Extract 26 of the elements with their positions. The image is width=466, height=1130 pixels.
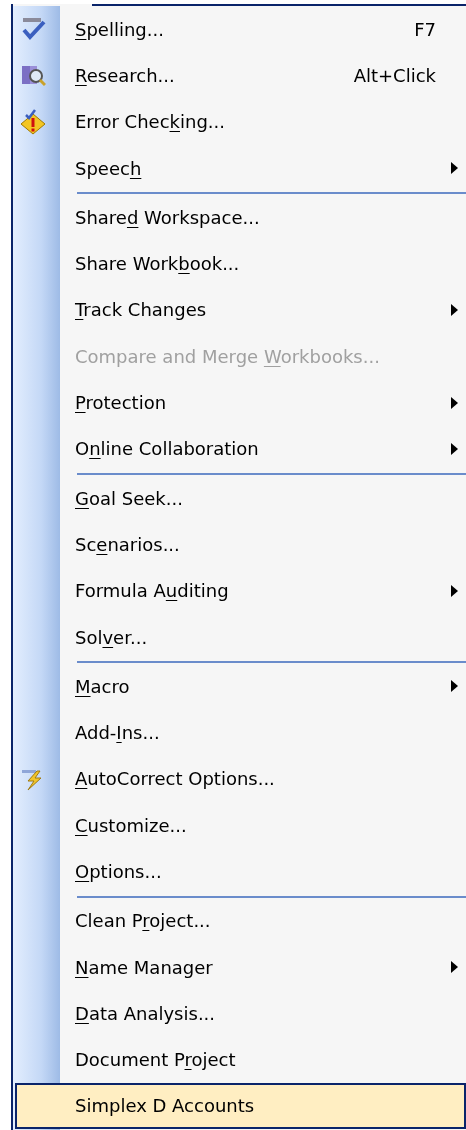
menu-item[interactable]: Error Checking...: [13, 98, 466, 145]
menu-item[interactable]: Simplex D Accounts: [15, 1082, 466, 1130]
warning-icon: [20, 108, 46, 135]
menu-item[interactable]: Track Changes: [13, 286, 466, 334]
menu-item[interactable]: Solver...: [13, 613, 466, 661]
menu-item[interactable]: Customize...: [13, 802, 466, 849]
menu-item[interactable]: Goal Seek...: [13, 474, 466, 522]
menu-item[interactable]: Shared Workspace...: [13, 194, 466, 241]
menu-item[interactable]: Protection: [13, 379, 466, 426]
menu-item[interactable]: Document Project: [13, 1036, 466, 1083]
menu-item[interactable]: Add-Ins...: [13, 709, 466, 756]
menu-item[interactable]: Clean Project...: [13, 897, 466, 944]
menu-item[interactable]: Spelling... F7: [13, 6, 466, 53]
menu-item[interactable]: Name Manager: [13, 943, 466, 991]
menu-item[interactable]: Formula Auditing: [13, 567, 466, 614]
menu-item[interactable]: Share Workbook...: [13, 240, 466, 287]
menu-item[interactable]: Online Collaboration: [13, 425, 466, 472]
menu-item[interactable]: Speech: [13, 144, 466, 192]
menu-item[interactable]: Scenarios...: [13, 521, 466, 568]
shortcut-label: F7: [414, 17, 436, 42]
menu-item[interactable]: AutoCorrect Options...: [13, 755, 466, 803]
shortcut-label: Alt+Click: [353, 63, 436, 88]
menu-item[interactable]: Macro: [13, 663, 466, 710]
menu-item[interactable]: Research... Alt+Click: [13, 52, 466, 99]
menu-item[interactable]: Options...: [13, 848, 466, 895]
menu-item[interactable]: Data Analysis...: [13, 990, 466, 1037]
